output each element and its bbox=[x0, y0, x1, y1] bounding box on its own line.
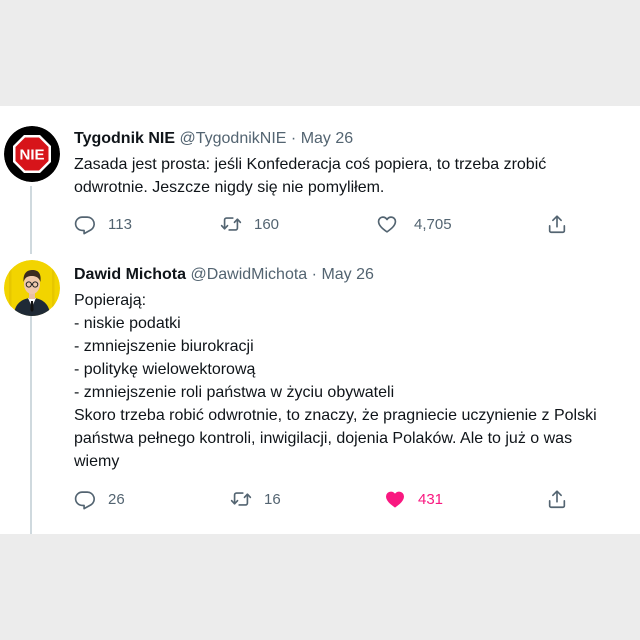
tweet-actions: 113 160 4,705 bbox=[74, 213, 574, 235]
tweet-date[interactable]: May 26 bbox=[321, 266, 373, 283]
retweet-icon bbox=[230, 492, 252, 506]
retweet-count: 16 bbox=[264, 490, 281, 508]
reply-button[interactable]: 113 bbox=[74, 213, 132, 235]
retweet-count: 160 bbox=[254, 215, 280, 233]
avatar[interactable] bbox=[4, 260, 60, 316]
tweet-date[interactable]: May 26 bbox=[301, 130, 353, 147]
user-handle[interactable]: @TygodnikNIE bbox=[180, 130, 287, 147]
tweet-header: Dawid Michota @DawidMichota · May 26 bbox=[74, 265, 374, 285]
tweet[interactable]: Dawid Michota @DawidMichota · May 26 Pop… bbox=[0, 246, 640, 534]
tweet-header: Tygodnik NIE @TygodnikNIE · May 26 bbox=[74, 129, 353, 149]
retweet-button[interactable]: 16 bbox=[230, 488, 281, 510]
avatar[interactable]: NIE bbox=[4, 126, 60, 182]
heart-icon bbox=[377, 216, 397, 233]
display-name[interactable]: Tygodnik NIE bbox=[74, 130, 175, 147]
display-name[interactable]: Dawid Michota bbox=[74, 266, 186, 283]
retweet-icon bbox=[220, 217, 242, 231]
reply-count: 113 bbox=[108, 215, 132, 233]
reply-icon bbox=[74, 491, 95, 510]
share-icon bbox=[548, 215, 566, 234]
like-button[interactable]: 431 bbox=[384, 488, 443, 510]
reply-button[interactable]: 26 bbox=[74, 488, 125, 510]
like-button[interactable]: 4,705 bbox=[376, 213, 452, 235]
share-button[interactable] bbox=[546, 213, 568, 235]
avatar-text: NIE bbox=[19, 147, 44, 164]
share-icon bbox=[548, 490, 566, 509]
heart-icon bbox=[386, 491, 404, 508]
tweet-text: Popierają: - niskie podatki - zmniejszen… bbox=[74, 292, 597, 470]
separator-dot: · bbox=[311, 266, 317, 283]
share-button[interactable] bbox=[546, 488, 568, 510]
like-count: 431 bbox=[418, 490, 444, 508]
retweet-button[interactable]: 160 bbox=[220, 213, 279, 235]
tweet[interactable]: NIE Tygodnik NIE @TygodnikNIE · May 26 Z… bbox=[0, 106, 640, 246]
separator-dot: · bbox=[290, 130, 297, 147]
like-count: 4,705 bbox=[414, 215, 452, 233]
tweet-thread-card: NIE Tygodnik NIE @TygodnikNIE · May 26 Z… bbox=[0, 106, 640, 534]
stop-sign-icon: NIE bbox=[4, 126, 60, 182]
reply-count: 26 bbox=[108, 490, 125, 508]
reply-icon bbox=[74, 216, 95, 235]
tweet-actions: 26 16 431 bbox=[74, 488, 574, 510]
user-handle[interactable]: @DawidMichota bbox=[190, 266, 307, 283]
tweet-text: Zasada jest prosta: jeśli Konfederacja c… bbox=[74, 156, 547, 196]
profile-photo-icon bbox=[4, 260, 60, 316]
